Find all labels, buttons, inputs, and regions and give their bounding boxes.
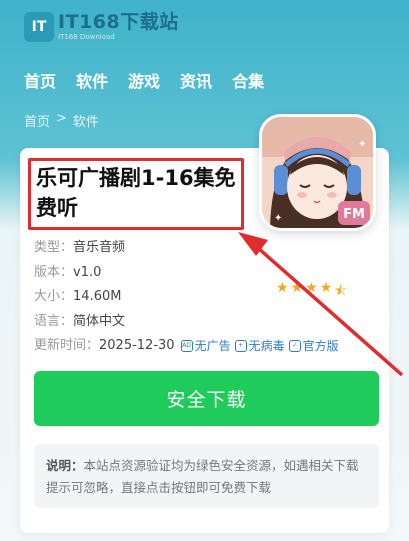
language-label: 语言： <box>34 313 74 329</box>
info-updated: 更新时间： 2025-12-30 AD 无广告 + 无病毒 ✓ 官方版 <box>34 334 339 359</box>
app-icon-art: ✦ ✦ FM <box>262 117 373 228</box>
star-icon: ★ <box>290 280 304 296</box>
no-ads-badge: AD 无广告 <box>180 334 231 359</box>
notice-box: 说明：本站点资源验证均为绿色安全资源，如遇相关下载提示可忽略，直接点击按钮即可免… <box>34 444 379 508</box>
star-icon: ★ <box>319 280 333 296</box>
logo-name: IT168下载站 <box>58 11 179 33</box>
info-language: 语言： 简体中文 <box>34 310 339 335</box>
info-type: 类型： 音乐音频 <box>34 236 339 261</box>
updated-label: 更新时间： <box>34 338 100 353</box>
updated-value: 2025-12-30 <box>99 338 175 353</box>
svg-text:✦: ✦ <box>274 213 282 224</box>
type-label: 类型： <box>34 240 74 255</box>
official-badge: ✓ 官方版 <box>288 334 339 359</box>
app-icon: ✦ ✦ FM <box>259 114 376 231</box>
star-icon: ★ <box>305 280 318 296</box>
main-nav: 首页 软件 游戏 资讯 合集 <box>24 68 264 92</box>
breadcrumb-current[interactable]: 软件 <box>73 111 99 130</box>
size-label: 大小： <box>34 289 74 304</box>
breadcrumb-separator: > <box>56 111 67 126</box>
no-virus-badge: + 无病毒 <box>234 334 285 359</box>
shield-icon: + <box>234 340 247 353</box>
nav-home[interactable]: 首页 <box>24 68 56 92</box>
logo-text: IT168下载站 IT168 Download <box>58 13 179 41</box>
nav-collections[interactable]: 合集 <box>232 68 264 92</box>
star-icon: ★ <box>276 280 289 296</box>
language-value: 简体中文 <box>73 313 126 329</box>
version-value: v1.0 <box>73 264 102 280</box>
size-value: 14.60M <box>73 289 122 304</box>
site-header: IT IT168下载站 IT168 Download <box>0 0 409 56</box>
official-label: 官方版 <box>302 339 339 353</box>
nav-software[interactable]: 软件 <box>76 68 108 92</box>
notice-label: 说明： <box>46 458 84 473</box>
official-icon: ✓ <box>288 340 301 353</box>
safety-badges: AD 无广告 + 无病毒 ✓ 官方版 <box>180 334 339 359</box>
type-value: 音乐音频 <box>73 240 126 255</box>
app-icon-badge: FM <box>343 207 365 222</box>
half-star-icon: ⯪ <box>334 283 348 299</box>
logo-mark: IT <box>24 12 54 42</box>
app-title: 乐可广播剧1-16集免费听 <box>36 166 236 220</box>
nav-news[interactable]: 资讯 <box>180 68 212 92</box>
logo-sub: IT168 Download <box>58 33 115 41</box>
no-virus-label: 无病毒 <box>248 339 285 353</box>
site-logo[interactable]: IT IT168下载站 IT168 Download <box>24 12 179 42</box>
breadcrumb: 首页 > 软件 <box>24 111 99 130</box>
svg-text:✦: ✦ <box>358 139 366 150</box>
rating-stars: ★ ★ ★ ★ ⯪ <box>276 280 348 304</box>
no-ads-icon: AD <box>180 340 193 353</box>
notice-text: 本站点资源验证均为绿色安全资源，如遇相关下载提示可忽略，直接点击按钮即可免费下载 <box>46 458 359 495</box>
download-button[interactable]: 安全下载 <box>34 371 379 426</box>
version-label: 版本： <box>34 264 74 280</box>
no-ads-label: 无广告 <box>194 339 231 353</box>
breadcrumb-home[interactable]: 首页 <box>24 111 50 130</box>
nav-games[interactable]: 游戏 <box>128 68 160 92</box>
